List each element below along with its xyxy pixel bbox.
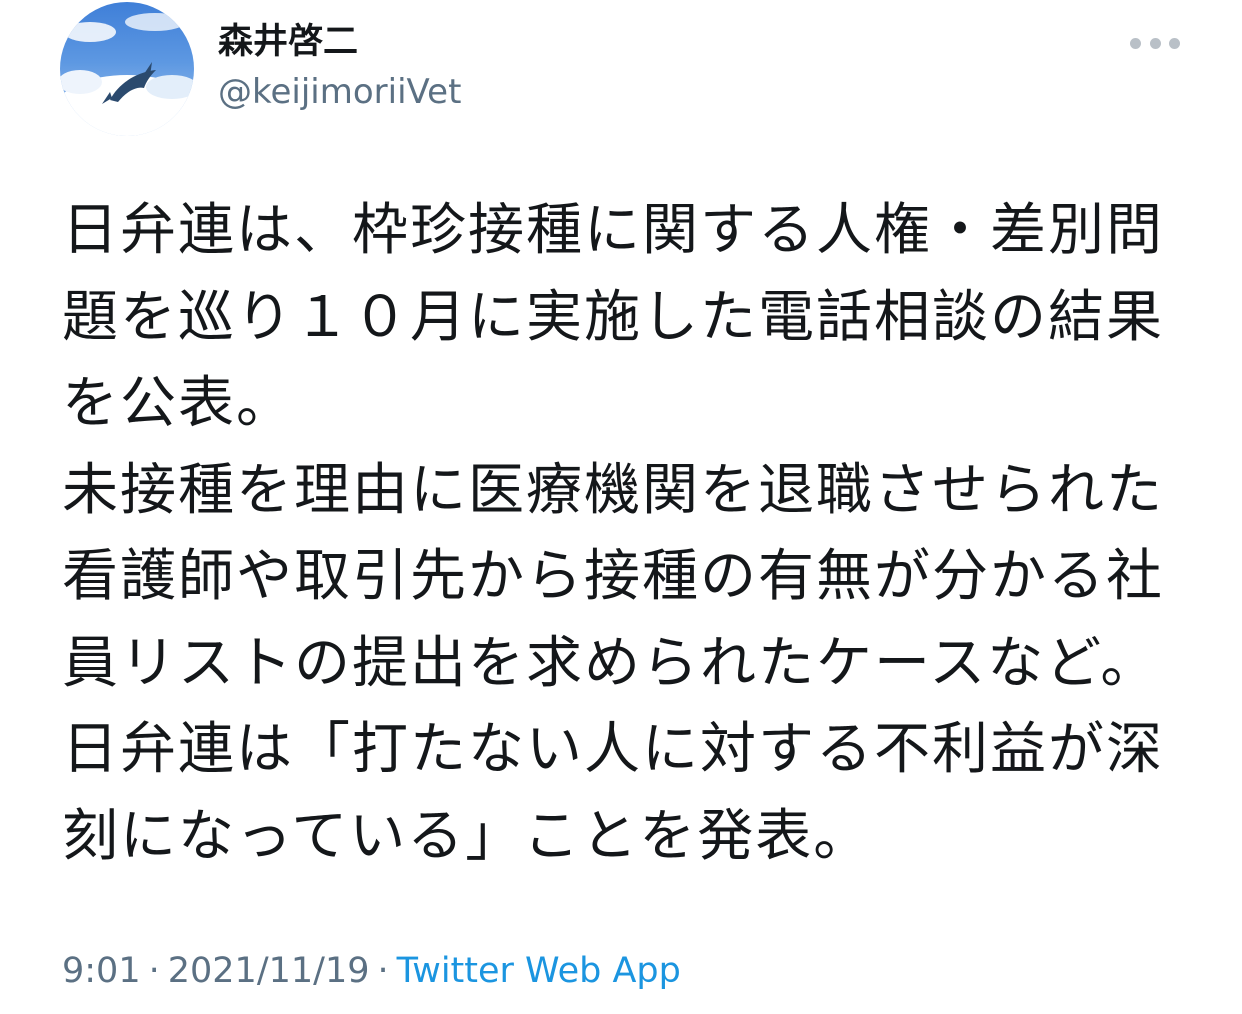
tweet-date[interactable]: 2021/11/19 [168,951,370,991]
more-options-icon [1130,37,1141,49]
display-name[interactable]: 森井啓二 [218,22,358,62]
meta-separator: · [148,951,160,991]
tweet-text: 日弁連は、枠珍接種に関する人権・差別問題を巡り１０月に実施した電話相談の結果を公… [62,198,1164,869]
more-options-button[interactable] [1128,26,1182,60]
more-options-icon-dot [1169,37,1180,49]
dolphin-avatar-icon [60,2,194,136]
meta-separator: · [377,951,389,991]
avatar[interactable] [60,2,194,136]
source-link[interactable]: Twitter Web App [397,951,681,991]
tweet-time[interactable]: 9:01 [62,951,141,991]
tweet-meta: 9:01 · 2021/11/19 · Twitter Web App [62,946,681,996]
more-options-icon-dot [1149,37,1161,49]
handle[interactable]: @keijimoriiVet [218,72,461,112]
